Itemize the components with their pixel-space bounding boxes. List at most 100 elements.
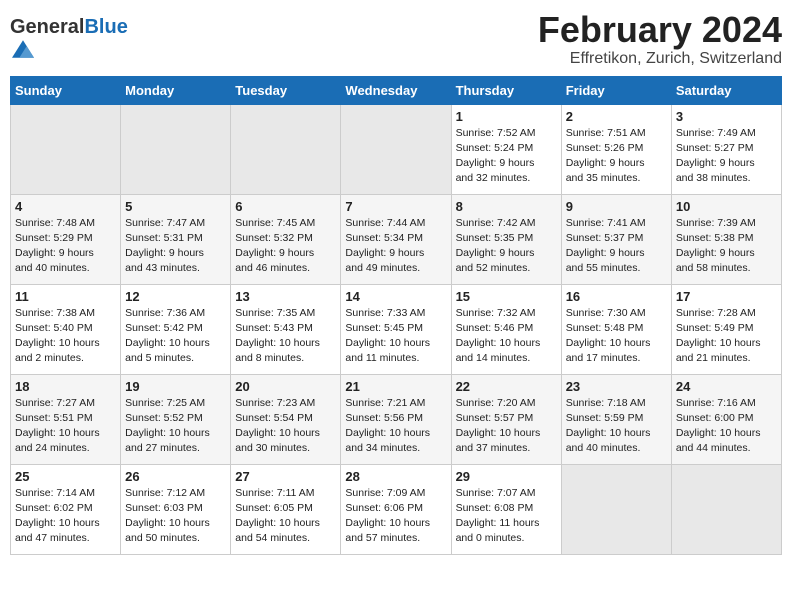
col-header-thursday: Thursday	[451, 76, 561, 104]
day-number: 12	[125, 289, 226, 304]
day-info: Sunrise: 7:36 AMSunset: 5:42 PMDaylight:…	[125, 306, 226, 367]
calendar-table: SundayMondayTuesdayWednesdayThursdayFrid…	[10, 76, 782, 555]
logo: GeneralBlue	[10, 16, 128, 65]
day-info: Sunrise: 7:20 AMSunset: 5:57 PMDaylight:…	[456, 396, 557, 457]
day-number: 11	[15, 289, 116, 304]
calendar-cell	[561, 464, 671, 554]
day-number: 28	[345, 469, 446, 484]
day-info: Sunrise: 7:47 AMSunset: 5:31 PMDaylight:…	[125, 216, 226, 277]
day-number: 1	[456, 109, 557, 124]
day-info: Sunrise: 7:41 AMSunset: 5:37 PMDaylight:…	[566, 216, 667, 277]
calendar-cell: 17Sunrise: 7:28 AMSunset: 5:49 PMDayligh…	[671, 284, 781, 374]
day-number: 13	[235, 289, 336, 304]
day-info: Sunrise: 7:39 AMSunset: 5:38 PMDaylight:…	[676, 216, 777, 277]
col-header-monday: Monday	[121, 76, 231, 104]
day-number: 2	[566, 109, 667, 124]
calendar-cell: 29 Sunrise: 7:07 AMSunset: 6:08 PMDayligh…	[451, 464, 561, 554]
calendar-cell: 3 Sunrise: 7:49 AMSunset: 5:27 PMDaylight…	[671, 104, 781, 194]
day-number: 29	[456, 469, 557, 484]
day-number: 4	[15, 199, 116, 214]
day-number: 27	[235, 469, 336, 484]
calendar-cell: 28 Sunrise: 7:09 AMSunset: 6:06 PMDayligh…	[341, 464, 451, 554]
col-header-tuesday: Tuesday	[231, 76, 341, 104]
calendar-cell	[231, 104, 341, 194]
day-info: Sunrise: 7:18 AMSunset: 5:59 PMDaylight:…	[566, 396, 667, 457]
calendar-cell: 25 Sunrise: 7:14 AMSunset: 6:02 PMDayligh…	[11, 464, 121, 554]
day-number: 26	[125, 469, 226, 484]
calendar-cell: 27 Sunrise: 7:11 AMSunset: 6:05 PMDayligh…	[231, 464, 341, 554]
day-info: Sunrise: 7:23 AMSunset: 5:54 PMDaylight:…	[235, 396, 336, 457]
calendar-cell: 20 Sunrise: 7:23 AMSunset: 5:54 PMDayligh…	[231, 374, 341, 464]
day-info: Sunrise: 7:25 AMSunset: 5:52 PMDaylight:…	[125, 396, 226, 457]
calendar-cell: 8 Sunrise: 7:42 AMSunset: 5:35 PMDaylight…	[451, 194, 561, 284]
day-info: Sunrise: 7:11 AMSunset: 6:05 PMDaylight:…	[235, 486, 336, 547]
day-info: Sunrise: 7:42 AMSunset: 5:35 PMDaylight:…	[456, 216, 557, 277]
calendar-cell: 15 Sunrise: 7:32 AMSunset: 5:46 PMDayligh…	[451, 284, 561, 374]
page-subtitle: Effretikon, Zurich, Switzerland	[538, 50, 782, 68]
day-info: Sunrise: 7:48 AMSunset: 5:29 PMDaylight:…	[15, 216, 116, 277]
calendar-cell: 24 Sunrise: 7:16 AMSunset: 6:00 PMDayligh…	[671, 374, 781, 464]
calendar-cell: 26 Sunrise: 7:12 AMSunset: 6:03 PMDayligh…	[121, 464, 231, 554]
calendar-cell: 12 Sunrise: 7:36 AMSunset: 5:42 PMDayligh…	[121, 284, 231, 374]
logo-general: General	[10, 16, 84, 38]
calendar-cell	[341, 104, 451, 194]
calendar-cell: 10 Sunrise: 7:39 AMSunset: 5:38 PMDayligh…	[671, 194, 781, 284]
col-header-sunday: Sunday	[11, 76, 121, 104]
day-number: 10	[676, 199, 777, 214]
calendar-cell: 7Sunrise: 7:44 AMSunset: 5:34 PMDaylight…	[341, 194, 451, 284]
day-info: Sunrise: 7:52 AMSunset: 5:24 PMDaylight:…	[456, 126, 557, 187]
day-number: 22	[456, 379, 557, 394]
day-info: Sunrise: 7:09 AMSunset: 6:06 PMDaylight:…	[345, 486, 446, 547]
day-info: Sunrise: 7:51 AMSunset: 5:26 PMDaylight:…	[566, 126, 667, 187]
day-info: Sunrise: 7:49 AMSunset: 5:27 PMDaylight:…	[676, 126, 777, 187]
calendar-cell	[121, 104, 231, 194]
calendar-cell: 13Sunrise: 7:35 AMSunset: 5:43 PMDayligh…	[231, 284, 341, 374]
calendar-cell: 22 Sunrise: 7:20 AMSunset: 5:57 PMDayligh…	[451, 374, 561, 464]
page-title: February 2024	[538, 10, 782, 50]
calendar-cell: 14 Sunrise: 7:33 AMSunset: 5:45 PMDayligh…	[341, 284, 451, 374]
day-number: 17	[676, 289, 777, 304]
calendar-cell: 23 Sunrise: 7:18 AMSunset: 5:59 PMDayligh…	[561, 374, 671, 464]
day-info: Sunrise: 7:07 AMSunset: 6:08 PMDaylight:…	[456, 486, 557, 547]
calendar-body: 1 Sunrise: 7:52 AMSunset: 5:24 PMDaylight…	[11, 104, 782, 554]
calendar-cell: 9 Sunrise: 7:41 AMSunset: 5:37 PMDaylight…	[561, 194, 671, 284]
day-info: Sunrise: 7:33 AMSunset: 5:45 PMDaylight:…	[345, 306, 446, 367]
day-number: 8	[456, 199, 557, 214]
day-info: Sunrise: 7:16 AMSunset: 6:00 PMDaylight:…	[676, 396, 777, 457]
day-number: 7	[345, 199, 446, 214]
day-number: 14	[345, 289, 446, 304]
day-info: Sunrise: 7:27 AMSunset: 5:51 PMDaylight:…	[15, 396, 116, 457]
calendar-cell: 18 Sunrise: 7:27 AMSunset: 5:51 PMDayligh…	[11, 374, 121, 464]
day-number: 6	[235, 199, 336, 214]
day-info: Sunrise: 7:30 AMSunset: 5:48 PMDaylight:…	[566, 306, 667, 367]
day-number: 24	[676, 379, 777, 394]
day-info: Sunrise: 7:38 AMSunset: 5:40 PMDaylight:…	[15, 306, 116, 367]
day-info: Sunrise: 7:32 AMSunset: 5:46 PMDaylight:…	[456, 306, 557, 367]
day-number: 20	[235, 379, 336, 394]
day-number: 25	[15, 469, 116, 484]
day-number: 9	[566, 199, 667, 214]
calendar-cell: 11 Sunrise: 7:38 AMSunset: 5:40 PMDayligh…	[11, 284, 121, 374]
calendar-cell: 19 Sunrise: 7:25 AMSunset: 5:52 PMDayligh…	[121, 374, 231, 464]
day-number: 16	[566, 289, 667, 304]
calendar-cell: 1 Sunrise: 7:52 AMSunset: 5:24 PMDaylight…	[451, 104, 561, 194]
logo-icon	[12, 38, 34, 60]
day-number: 19	[125, 379, 226, 394]
calendar-cell: 5Sunrise: 7:47 AMSunset: 5:31 PMDaylight…	[121, 194, 231, 284]
calendar-cell	[671, 464, 781, 554]
day-number: 21	[345, 379, 446, 394]
day-number: 15	[456, 289, 557, 304]
logo-blue: Blue	[84, 16, 127, 38]
day-number: 3	[676, 109, 777, 124]
calendar-cell: 4 Sunrise: 7:48 AMSunset: 5:29 PMDaylight…	[11, 194, 121, 284]
calendar-header: SundayMondayTuesdayWednesdayThursdayFrid…	[11, 76, 782, 104]
page-header: GeneralBlue February 2024 Effretikon, Zu…	[10, 10, 782, 68]
day-info: Sunrise: 7:14 AMSunset: 6:02 PMDaylight:…	[15, 486, 116, 547]
day-number: 23	[566, 379, 667, 394]
day-info: Sunrise: 7:21 AMSunset: 5:56 PMDaylight:…	[345, 396, 446, 457]
day-info: Sunrise: 7:12 AMSunset: 6:03 PMDaylight:…	[125, 486, 226, 547]
day-info: Sunrise: 7:45 AMSunset: 5:32 PMDaylight:…	[235, 216, 336, 277]
calendar-cell	[11, 104, 121, 194]
day-number: 18	[15, 379, 116, 394]
calendar-cell: 6 Sunrise: 7:45 AMSunset: 5:32 PMDaylight…	[231, 194, 341, 284]
